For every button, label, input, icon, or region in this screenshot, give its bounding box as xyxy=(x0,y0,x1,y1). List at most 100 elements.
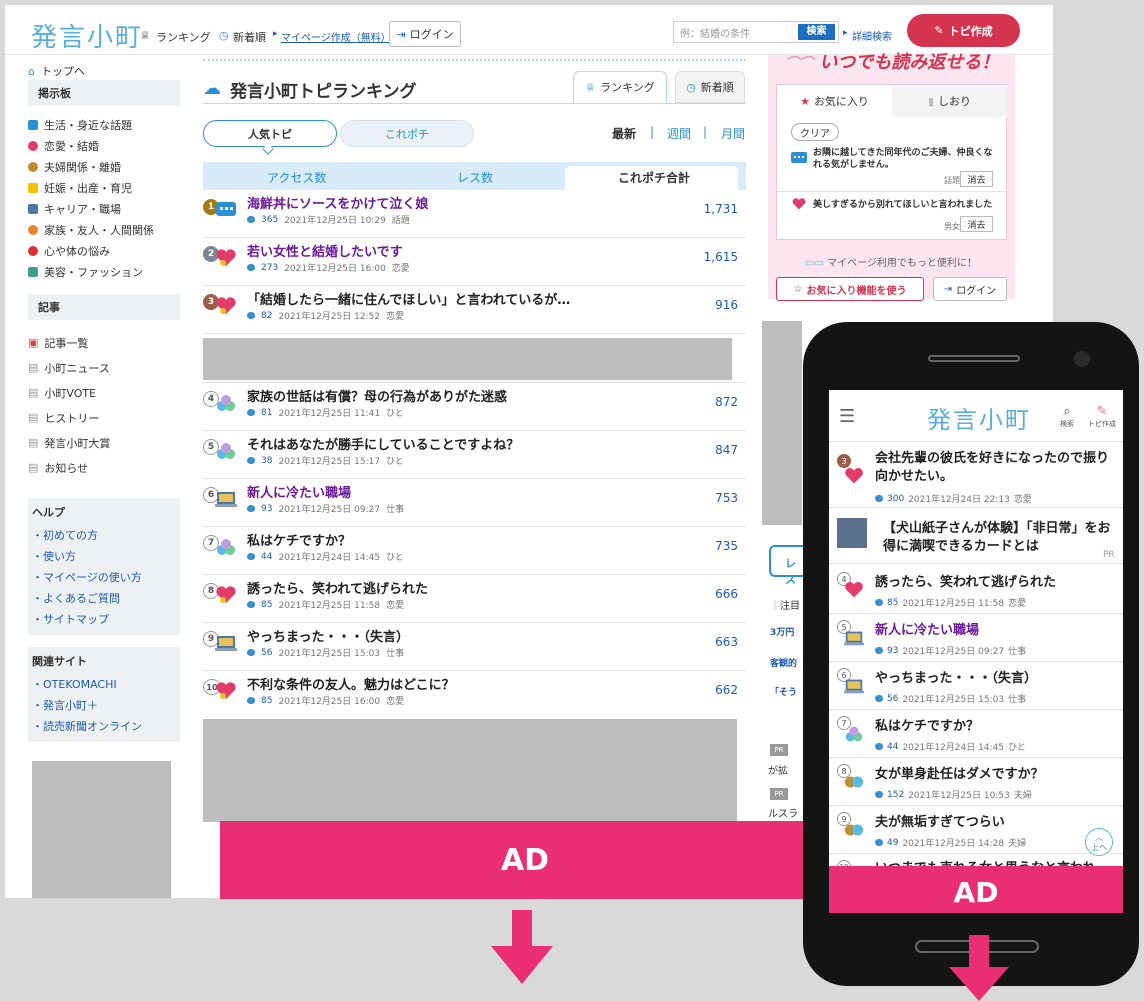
ranking-row[interactable]: 8 誘ったら、笑われて逃げられた 85 2021年12月25日 11:58 恋愛 6… xyxy=(203,575,746,623)
peek-link[interactable]: 客観的 xyxy=(770,656,797,669)
sidebar-item-life[interactable]: 生活・身近な話題 xyxy=(28,114,180,135)
sidebar-item-family[interactable]: 家族・友人・人間関係 xyxy=(28,219,180,240)
help-link[interactable]: ・使い方 xyxy=(32,545,176,566)
related-link[interactable]: ・読売新聞オンライン xyxy=(32,715,176,736)
people-icon xyxy=(217,443,235,459)
ranking-row[interactable]: 2 若い女性と結婚したいです 273 2021年12月25日 16:00 恋愛 1,… xyxy=(203,238,746,286)
sidebar-item-beauty[interactable]: 美容・ファッション xyxy=(28,261,180,282)
article-item-news[interactable]: ▤ 小町ニュース xyxy=(28,355,180,380)
topic-title[interactable]: 海鮮丼にソースをかけて泣く娘 xyxy=(247,193,428,212)
help-link[interactable]: ・マイページの使い方 xyxy=(32,566,176,587)
topic-title[interactable]: 私はケチですか？ xyxy=(247,530,351,549)
topic-meta: 273 2021年12月25日 16:00 恋愛 xyxy=(247,261,410,274)
detail-search-link[interactable]: 詳細検索 xyxy=(852,28,892,43)
bottle-icon xyxy=(28,182,38,193)
star-outline-icon: ☆ xyxy=(793,283,803,295)
ranking-row[interactable]: 3 「結婚したら一緒に住んでほしい」と言われているが… 82 2021年12月25… xyxy=(203,286,746,334)
col-access[interactable]: アクセス数 xyxy=(267,169,326,186)
topic-title[interactable]: やっちまった・・・（失言） xyxy=(247,626,409,645)
favorite-item-title[interactable]: お隣に越してきた同年代のご夫婦、仲良くなれる気がしません。 xyxy=(813,147,1001,171)
favorite-item-title[interactable]: 美しすぎるから別れてほしいと言われました xyxy=(813,197,1003,210)
col-korepochi[interactable]: これポチ合計 xyxy=(618,169,690,186)
sidebar-item-love[interactable]: 恋愛・結婚 xyxy=(28,135,180,156)
search-button[interactable]: 検索 xyxy=(798,24,835,40)
period-latest[interactable]: 最新 xyxy=(612,125,636,142)
sidebar-item-baby[interactable]: 妊娠・出産・育児 xyxy=(28,177,180,198)
phone-topic-row[interactable]: 4 誘ったら、笑われて逃げられた 85 2021年12月25日 11:58 恋愛 xyxy=(829,566,1123,614)
clear-button[interactable]: クリア xyxy=(791,123,839,141)
article-item-history[interactable]: ▤ ヒストリー xyxy=(28,405,180,430)
phone-create-topic-button[interactable]: ✎ トピ作成 xyxy=(1085,404,1119,429)
topic-meta: 85 2021年12月25日 16:00 恋愛 xyxy=(247,694,404,707)
phone-search-button[interactable]: ⌕ 検索 xyxy=(1055,404,1079,429)
peek-link[interactable]: 「そう xyxy=(770,685,797,698)
menu-icon[interactable]: ☰ xyxy=(839,406,855,427)
delete-button[interactable]: 消去 xyxy=(960,171,993,187)
article-item-all[interactable]: ▣ 記事一覧 xyxy=(28,330,180,355)
phone-topic-row[interactable]: 9 夫が無垢すぎてつらい 49 2021年12月25日 14:28 夫婦 xyxy=(829,806,1123,854)
col-res[interactable]: レス数 xyxy=(457,169,493,186)
phone-topic-row[interactable]: 8 女が単身赴任はダメですか？ 152 2021年12月25日 10:53 夫婦 xyxy=(829,758,1123,806)
help-link[interactable]: ・よくあるご質問 xyxy=(32,587,176,608)
phone-topic-row[interactable]: 6 やっちまった・・・（失言） 56 2021年12月25日 15:03 仕事 xyxy=(829,662,1123,710)
peek-link[interactable]: 3万円 xyxy=(770,625,794,638)
peek-text: ルスラ xyxy=(768,809,798,820)
related-link[interactable]: ・OTEKOMACHI xyxy=(32,673,176,694)
pill-popular[interactable]: 人気トピ xyxy=(203,120,337,147)
help-link[interactable]: ・サイトマップ xyxy=(32,608,176,629)
help-link[interactable]: ・初めての方 xyxy=(32,524,176,545)
right-ad-placeholder xyxy=(762,321,802,525)
ranking-row[interactable]: 1 海鮮丼にソースをかけて泣く娘 365 2021年12月25日 10:29 話題 … xyxy=(203,190,746,238)
ranking-row[interactable]: 10 不利な条件の友人。魅力はどこに？ 85 2021年12月25日 16:00 恋… xyxy=(203,671,746,717)
peek-button[interactable]: レス xyxy=(769,545,803,586)
period-week[interactable]: 週間 xyxy=(667,125,691,142)
topic-title[interactable]: 家族の世話は有償？母の行為がありがた迷惑 xyxy=(247,386,507,405)
sidebar-item-couple[interactable]: 夫婦関係・離婚 xyxy=(28,156,180,177)
phone-topic-title: 夫が無垢すぎてつらい xyxy=(875,815,1005,830)
ranking-row[interactable]: 6 新人に冷たい職場 93 2021年12月25日 09:27 仕事 753 xyxy=(203,479,746,527)
use-favorites-button[interactable]: ☆ お気に入り機能を使う xyxy=(776,277,924,301)
site-logo[interactable]: 発言小町 xyxy=(31,17,143,54)
tab-ranking[interactable]: ♕ ランキング xyxy=(573,71,667,103)
topic-title[interactable]: 「結婚したら一緒に住んでほしい」と言われているが… xyxy=(247,289,570,308)
phone-topic-row[interactable]: 3 会社先輩の彼氏を好きになったので振り向かせたい。 300 2021年12月24… xyxy=(829,448,1123,508)
ranking-row[interactable]: 4 家族の世話は有償？母の行為がありがた迷惑 81 2021年12月25日 11:… xyxy=(203,383,746,431)
sidebar-item-health[interactable]: 心や体の悩み xyxy=(28,240,180,261)
tab-bookmark[interactable]: ▮ しおり xyxy=(892,85,1007,117)
period-month[interactable]: 月間 xyxy=(721,125,745,142)
ranking-row[interactable]: 7 私はケチですか？ 44 2021年12月24日 14:45 ひと 735 xyxy=(203,527,746,575)
comment-icon xyxy=(875,791,883,798)
phone-pr-row[interactable]: 【犬山紙子さんが体験】「非日常」をお得に満喫できるカードとは PR xyxy=(829,510,1123,564)
article-item-award[interactable]: ▤ 発言小町大賞 xyxy=(28,430,180,455)
phone-topic-meta: 300 2021年12月24日 22:13 恋愛 xyxy=(875,492,1032,505)
delete-button[interactable]: 消去 xyxy=(960,216,993,232)
ranking-row[interactable]: 9 やっちまった・・・（失言） 56 2021年12月25日 15:03 仕事 66… xyxy=(203,623,746,671)
sidebar-item-career[interactable]: キャリア・職場 xyxy=(28,198,180,219)
topic-title[interactable]: 誘ったら、笑われて逃げられた xyxy=(247,578,428,597)
login-button[interactable]: ⇥ ログイン xyxy=(389,21,461,47)
document-icon: ▤ xyxy=(28,436,39,449)
nav-ranking[interactable]: ランキング xyxy=(156,29,211,45)
tab-new[interactable]: ◷ 新着順 xyxy=(675,71,745,103)
comment-icon xyxy=(875,839,883,846)
create-topic-button[interactable]: ✎ トピ作成 xyxy=(907,14,1020,47)
tab-favorites[interactable]: ★ お気に入り xyxy=(777,85,892,117)
topic-title[interactable]: 不利な条件の友人。魅力はどこに？ xyxy=(247,674,455,693)
phone-logo[interactable]: 発言小町 xyxy=(927,400,1031,435)
mypage-create-link[interactable]: マイページ作成（無料） xyxy=(281,29,391,44)
login-button[interactable]: ⇥ ログイン xyxy=(933,277,1007,301)
ranking-row[interactable]: 5 それはあなたが勝手にしていることですよね？ 38 2021年12月25日 15… xyxy=(203,431,746,479)
scroll-top-button[interactable]: ︿ 上へ xyxy=(1085,828,1113,856)
top-link[interactable]: ⌂ トップへ xyxy=(28,62,180,80)
pill-korepochi[interactable]: これポチ xyxy=(340,120,474,147)
article-item-notice[interactable]: ▤ お知らせ xyxy=(28,455,180,480)
topic-title[interactable]: それはあなたが勝手にしていることですよね？ xyxy=(247,434,519,453)
phone-topic-row[interactable]: 5 新人に冷たい職場 93 2021年12月25日 09:27 仕事 xyxy=(829,614,1123,662)
topic-title[interactable]: 新人に冷たい職場 xyxy=(247,482,351,501)
topic-title[interactable]: 若い女性と結婚したいです xyxy=(247,241,403,260)
related-link[interactable]: ・発言小町＋ xyxy=(32,694,176,715)
nav-new[interactable]: 新着順 xyxy=(233,29,266,45)
phone-topic-row[interactable]: 7 私はケチですか？ 44 2021年12月24日 14:45 ひと xyxy=(829,710,1123,758)
article-item-vote[interactable]: ▤ 小町VOTE xyxy=(28,380,180,405)
pr-thumbnail xyxy=(837,518,867,548)
